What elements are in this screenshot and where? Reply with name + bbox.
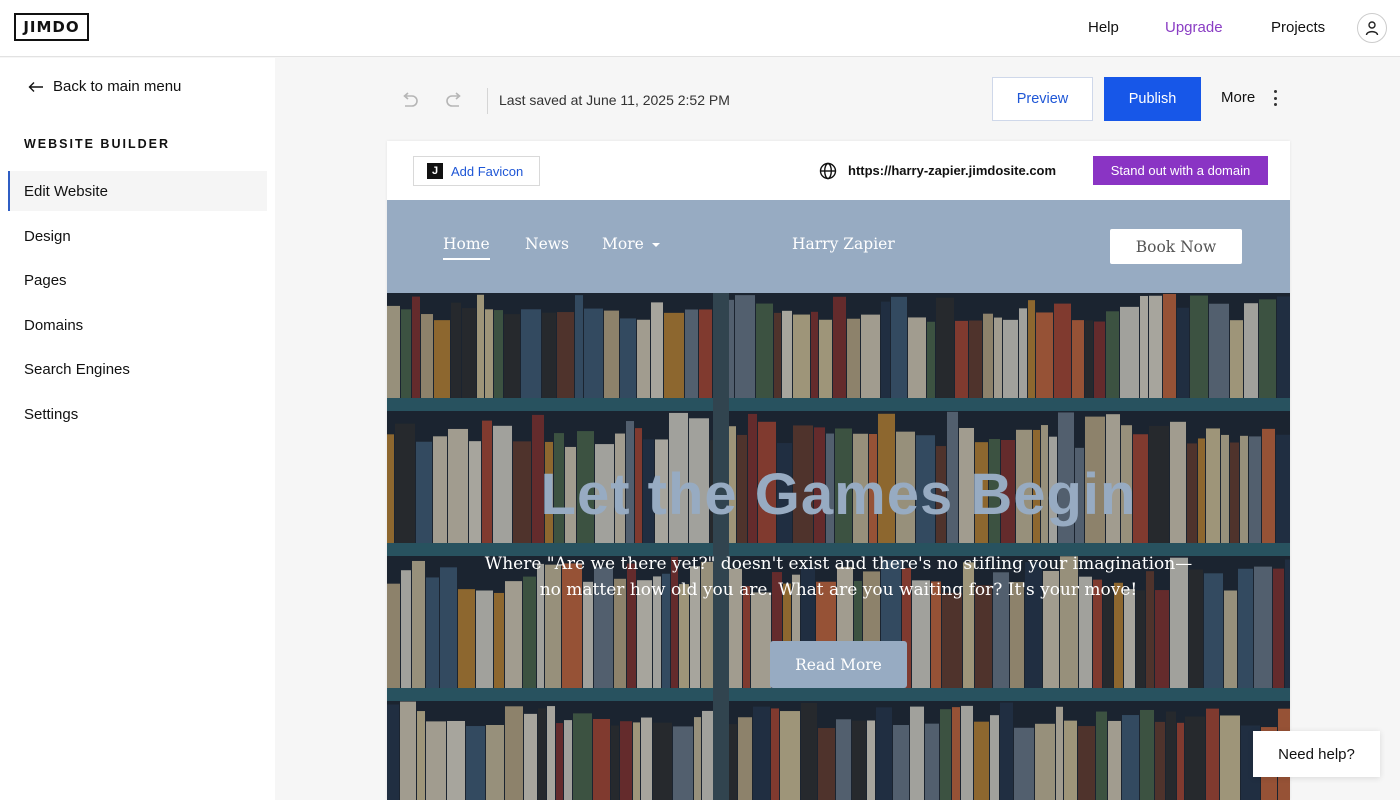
publish-button[interactable]: Publish [1104, 77, 1201, 121]
hero-section: Let the Games Begin Where "Are we there … [387, 293, 1290, 800]
stand-out-domain-button[interactable]: Stand out with a domain [1093, 156, 1268, 185]
sidebar-item-design[interactable]: Design [8, 216, 267, 256]
preview-button[interactable]: Preview [992, 77, 1093, 121]
sidebar-item-search-engines[interactable]: Search Engines [8, 349, 267, 389]
last-saved-status: Last saved at June 11, 2025 2:52 PM [499, 92, 730, 108]
site-url[interactable]: https://harry-zapier.jimdosite.com [848, 163, 1056, 178]
back-to-main-menu[interactable]: Back to main menu [28, 78, 181, 95]
undo-icon [403, 92, 418, 107]
read-more-button[interactable]: Read More [770, 641, 907, 688]
sidebar-heading: WEBSITE BUILDER [24, 137, 170, 151]
website-preview: J Add Favicon https://harry-zapier.jimdo… [387, 141, 1290, 800]
toolbar-divider [487, 88, 488, 114]
favicon-icon: J [427, 163, 443, 179]
nav-news[interactable]: News [525, 235, 569, 253]
help-link[interactable]: Help [1088, 19, 1119, 36]
more-menu-label[interactable]: More [1221, 89, 1255, 106]
hero-title[interactable]: Let the Games Begin [387, 461, 1290, 528]
nav-more-label: More [602, 235, 644, 253]
kebab-menu-icon[interactable] [1269, 88, 1281, 108]
account-avatar[interactable] [1357, 13, 1387, 43]
hero-subtitle[interactable]: Where "Are we there yet?" doesn't exist … [477, 551, 1200, 603]
projects-link[interactable]: Projects [1271, 19, 1325, 36]
nav-more[interactable]: More [602, 235, 660, 253]
preview-top-bar: J Add Favicon https://harry-zapier.jimdo… [387, 141, 1290, 200]
sidebar-item-domains[interactable]: Domains [8, 305, 267, 345]
jimdo-logo[interactable]: JIMDO [14, 13, 89, 41]
chevron-down-icon [651, 243, 660, 247]
sidebar-item-settings[interactable]: Settings [8, 394, 267, 434]
user-icon [1365, 21, 1379, 36]
undo-button[interactable] [399, 90, 421, 112]
sidebar-item-edit-website[interactable]: Edit Website [8, 171, 267, 211]
add-favicon-button[interactable]: J Add Favicon [413, 156, 540, 186]
top-bar: JIMDO Help Upgrade Projects [0, 0, 1400, 57]
need-help-button[interactable]: Need help? [1253, 731, 1380, 777]
sidebar-item-pages[interactable]: Pages [8, 260, 267, 300]
back-label: Back to main menu [53, 78, 182, 95]
redo-icon [446, 92, 461, 107]
book-now-button[interactable]: Book Now [1110, 229, 1242, 264]
hero-overlay [387, 293, 1290, 800]
site-header: Home News More Harry Zapier Book Now [387, 200, 1290, 293]
redo-button[interactable] [443, 90, 465, 112]
globe-icon [819, 162, 837, 180]
site-name[interactable]: Harry Zapier [792, 235, 895, 253]
add-favicon-label: Add Favicon [451, 163, 524, 179]
upgrade-link[interactable]: Upgrade [1165, 19, 1223, 36]
sidebar: Back to main menu WEBSITE BUILDER Edit W… [0, 58, 275, 800]
nav-home[interactable]: Home [443, 235, 490, 260]
arrow-left-icon [28, 81, 43, 92]
